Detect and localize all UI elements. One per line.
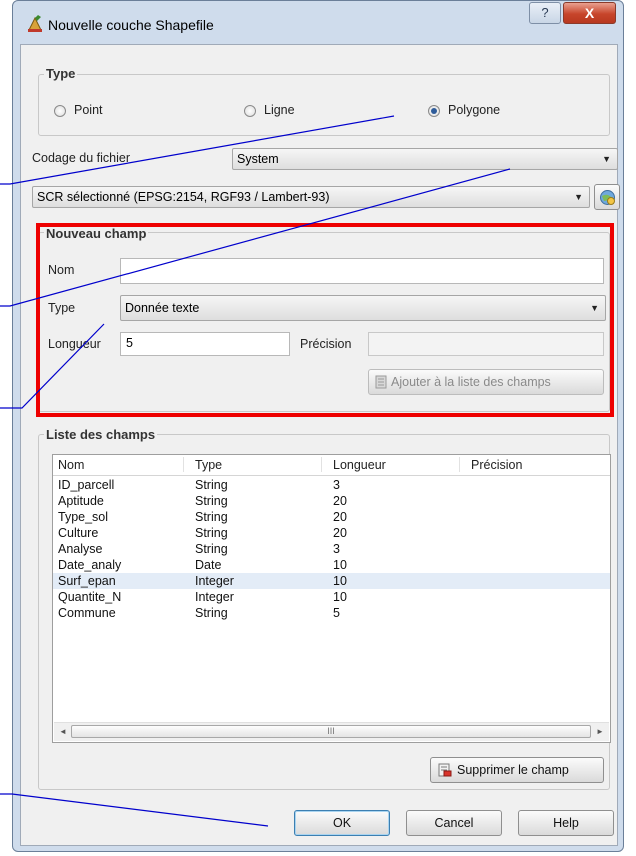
column-divider [459, 457, 460, 472]
table-cell: String [195, 510, 228, 524]
help-button[interactable]: Help [518, 810, 614, 836]
table-row[interactable]: Date_analy Date 10 [53, 557, 610, 573]
table-row[interactable]: Analyse String 3 [53, 541, 610, 557]
table-cell: Type_sol [58, 510, 109, 524]
column-header-type[interactable]: Type [195, 458, 222, 472]
crs-select-button[interactable] [594, 184, 620, 210]
delete-field-label: Supprimer le champ [457, 763, 569, 777]
scroll-left-icon[interactable]: ◄ [56, 725, 70, 739]
crs-value: SCR sélectionné (EPSG:2154, RGF93 / Lamb… [37, 190, 330, 204]
column-divider [183, 457, 184, 472]
horizontal-scrollbar[interactable]: ◄ III ► [54, 722, 609, 741]
encoding-value: System [237, 152, 279, 166]
table-cell: ID_parcell [58, 478, 115, 492]
table-cell: Commune [58, 606, 116, 620]
column-divider [321, 457, 322, 472]
table-cell: String [195, 526, 228, 540]
encoding-label: Codage du fichier [32, 151, 130, 165]
table-cell: Surf_epan [58, 574, 116, 588]
type-group [38, 74, 610, 136]
chevron-down-icon: ▼ [574, 192, 583, 202]
table-cell: String [195, 494, 228, 508]
shapefile-layer-icon [28, 15, 42, 32]
radio-ligne-label: Ligne [264, 103, 295, 117]
table-cell: 20 [333, 526, 347, 540]
dialog-title: Nouvelle couche Shapefile [48, 17, 214, 33]
table-cell: Integer [195, 590, 234, 604]
column-header-precision[interactable]: Précision [471, 458, 522, 472]
crs-select-icon [600, 190, 615, 205]
table-cell: Integer [195, 574, 234, 588]
radio-point-label: Point [74, 103, 103, 117]
close-button[interactable]: X [563, 2, 616, 24]
crs-select[interactable]: SCR sélectionné (EPSG:2154, RGF93 / Lamb… [32, 186, 590, 208]
scroll-thumb[interactable]: III [71, 725, 591, 738]
table-cell: 10 [333, 574, 347, 588]
table-cell: 10 [333, 558, 347, 572]
delete-field-button[interactable]: Supprimer le champ [430, 757, 604, 783]
table-row[interactable]: Surf_epan Integer 10 [53, 573, 610, 589]
column-header-longueur[interactable]: Longueur [333, 458, 386, 472]
table-row[interactable]: Quantite_N Integer 10 [53, 589, 610, 605]
table-header: Nom Type Longueur Précision [53, 455, 610, 476]
scroll-grip: III [327, 726, 335, 736]
table-cell: Date [195, 558, 222, 572]
radio-ligne[interactable] [244, 105, 256, 117]
table-cell: Aptitude [58, 494, 104, 508]
delete-field-icon [438, 763, 452, 777]
radio-polygone-label: Polygone [448, 103, 501, 117]
scroll-right-icon[interactable]: ► [593, 725, 607, 739]
chevron-down-icon: ▼ [602, 154, 611, 164]
table-cell: Quantite_N [58, 590, 122, 604]
highlight-frame [36, 223, 614, 417]
table-row[interactable]: Culture String 20 [53, 525, 610, 541]
table-cell: 3 [333, 542, 340, 556]
table-cell: 3 [333, 478, 340, 492]
table-cell: Culture [58, 526, 99, 540]
table-cell: Date_analy [58, 558, 122, 572]
table-cell: 20 [333, 510, 347, 524]
radio-point[interactable] [54, 105, 66, 117]
cancel-button[interactable]: Cancel [406, 810, 502, 836]
table-cell: 5 [333, 606, 340, 620]
field-list-title: Liste des champs [44, 427, 158, 442]
table-row[interactable]: Commune String 5 [53, 605, 610, 621]
table-row[interactable]: Aptitude String 20 [53, 493, 610, 509]
help-title-button[interactable]: ? [529, 2, 561, 24]
field-table[interactable]: Nom Type Longueur Précision ID_parcell St… [52, 454, 611, 743]
column-header-nom[interactable]: Nom [58, 458, 84, 472]
radio-polygone[interactable] [428, 105, 440, 117]
table-cell: String [195, 542, 228, 556]
encoding-select[interactable]: System ▼ [232, 148, 618, 170]
ok-button[interactable]: OK [294, 810, 390, 836]
table-cell: 20 [333, 494, 347, 508]
type-group-title: Type [44, 66, 78, 81]
table-cell: String [195, 478, 228, 492]
table-cell: String [195, 606, 228, 620]
table-row[interactable]: ID_parcell String 3 [53, 477, 610, 493]
table-row[interactable]: Type_sol String 20 [53, 509, 610, 525]
table-cell: Analyse [58, 542, 103, 556]
table-cell: 10 [333, 590, 347, 604]
